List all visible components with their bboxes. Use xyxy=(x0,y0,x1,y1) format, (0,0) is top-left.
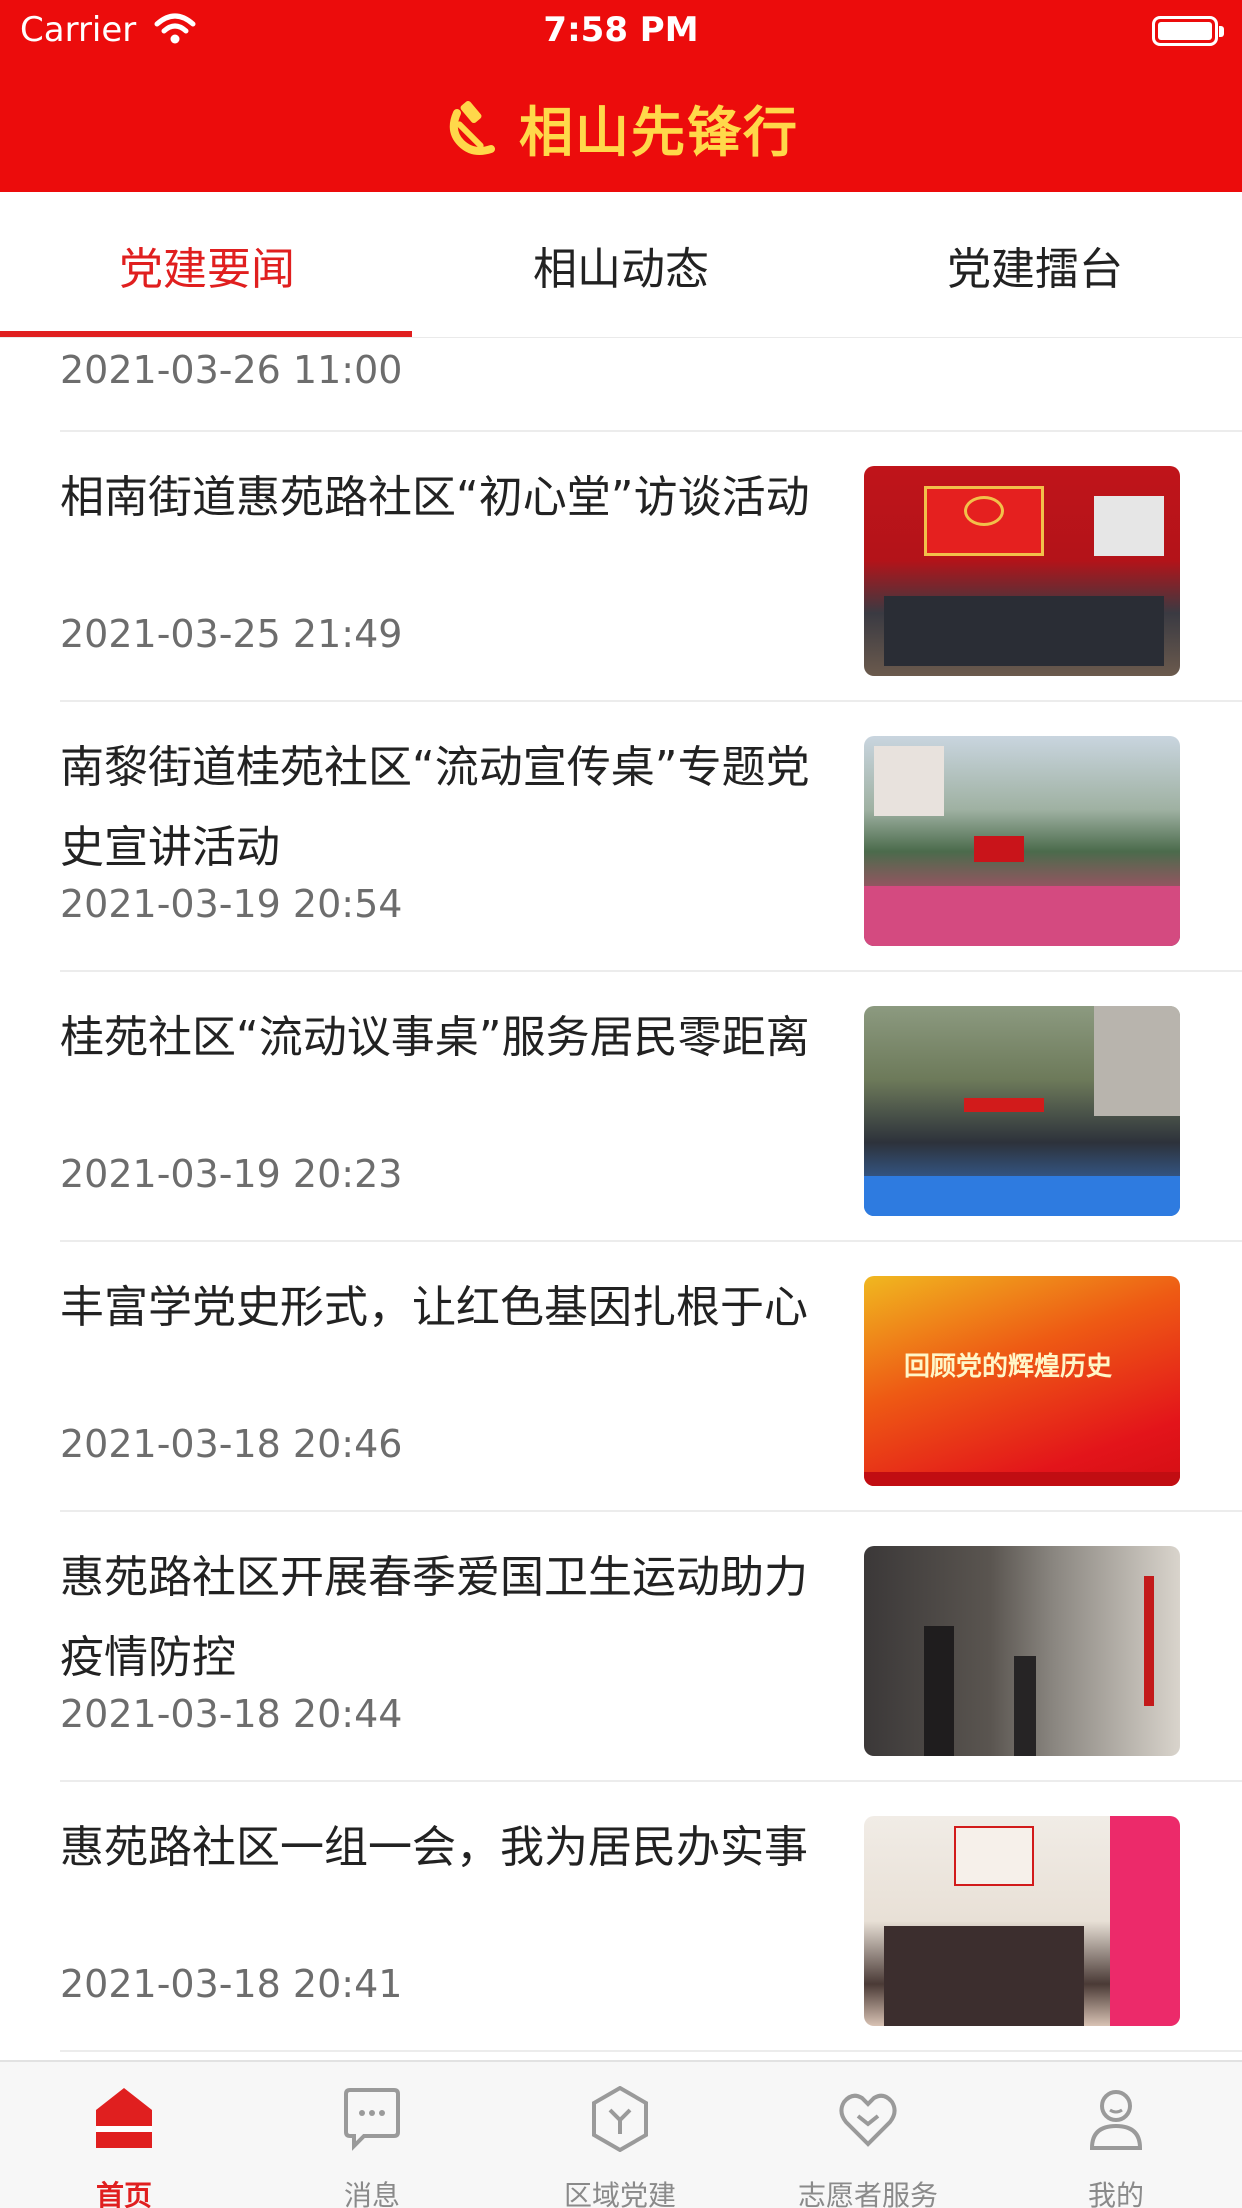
tab-party-arena[interactable]: 党建擂台 xyxy=(828,192,1242,338)
tab-party-news[interactable]: 党建要闻 xyxy=(0,192,414,338)
list-divider xyxy=(60,2050,1242,2052)
home-icon xyxy=(96,2088,152,2148)
news-title: 丰富学党史形式，让红色基因扎根于心 xyxy=(60,1282,808,1333)
profile-icon xyxy=(1089,2090,1143,2150)
active-tab-indicator xyxy=(0,331,412,337)
battery-icon xyxy=(1152,16,1224,46)
app-title-bar: 相山先锋行 xyxy=(0,92,1242,164)
tabbar-item-messages[interactable]: 消息 xyxy=(248,2062,496,2208)
news-title: 桂苑社区“流动议事桌”服务居民零距离 xyxy=(60,1012,810,1063)
region-party-icon xyxy=(592,2086,648,2152)
tabbar-item-volunteer[interactable]: 志愿者服务 xyxy=(744,2062,992,2208)
list-item[interactable]: 相南街道惠苑路社区“初心堂”访谈活动 2021-03-25 21:49 xyxy=(0,432,1242,702)
tabbar-item-profile[interactable]: 我的 xyxy=(992,2062,1240,2208)
status-time: 7:58 PM xyxy=(543,10,699,50)
news-date: 2021-03-26 11:00 xyxy=(60,348,403,392)
news-date: 2021-03-18 20:46 xyxy=(60,1422,403,1466)
news-date: 2021-03-18 20:41 xyxy=(60,1962,403,2006)
list-item[interactable]: 2021-03-26 11:00 xyxy=(0,338,1242,432)
app-header: Carrier 7:58 PM 相山先锋行 xyxy=(0,0,1242,192)
list-item[interactable]: 丰富学党史形式，让红色基因扎根于心 2021-03-18 20:46 回顾党的辉… xyxy=(0,1242,1242,1512)
list-item[interactable]: 桂苑社区“流动议事桌”服务居民零距离 2021-03-19 20:23 xyxy=(0,972,1242,1242)
thumbnail-banner-text: 回顾党的辉煌历史 xyxy=(904,1352,1113,1382)
message-icon xyxy=(344,2088,400,2151)
bottom-tab-bar: 首页 消息 区域党建 志愿者服务 我的 xyxy=(0,2060,1242,2208)
news-list[interactable]: 2021-03-26 11:00 相南街道惠苑路社区“初心堂”访谈活动 2021… xyxy=(0,338,1242,2060)
tabbar-item-home[interactable]: 首页 xyxy=(0,2062,248,2208)
list-item[interactable]: 惠苑路社区开展春季爱国卫生运动助力疫情防控 2021-03-18 20:44 xyxy=(0,1512,1242,1782)
tab-xiangshan-updates[interactable]: 相山动态 xyxy=(414,192,828,338)
news-thumbnail xyxy=(864,1816,1180,2026)
news-thumbnail: 回顾党的辉煌历史 xyxy=(864,1276,1180,1486)
news-date: 2021-03-19 20:54 xyxy=(60,882,403,926)
volunteer-heart-icon xyxy=(839,2093,897,2147)
tabbar-label: 志愿者服务 xyxy=(797,2179,938,2208)
news-thumbnail xyxy=(864,1546,1180,1756)
news-thumbnail xyxy=(864,1006,1180,1216)
news-date: 2021-03-19 20:23 xyxy=(60,1152,403,1196)
tabbar-label: 我的 xyxy=(1087,2179,1144,2208)
party-emblem-icon xyxy=(449,100,495,155)
news-title: 南黎街道桂苑社区“流动宣传桌”专题党史宣讲活动 xyxy=(60,742,810,873)
news-thumbnail xyxy=(864,466,1180,676)
status-bar: Carrier 7:58 PM xyxy=(0,0,1242,60)
news-thumbnail xyxy=(864,736,1180,946)
news-title: 相南街道惠苑路社区“初心堂”访谈活动 xyxy=(60,472,810,523)
app-title: 相山先锋行 xyxy=(519,100,799,164)
tabbar-label: 消息 xyxy=(343,2179,400,2208)
tabbar-label: 首页 xyxy=(95,2179,152,2208)
news-date: 2021-03-25 21:49 xyxy=(60,612,403,656)
news-title: 惠苑路社区一组一会，我为居民办实事 xyxy=(60,1822,808,1873)
tabbar-item-region-party[interactable]: 区域党建 xyxy=(496,2062,744,2208)
category-tabs: 党建要闻 相山动态 党建擂台 xyxy=(0,192,1242,338)
news-date: 2021-03-18 20:44 xyxy=(60,1692,403,1736)
list-item[interactable]: 南黎街道桂苑社区“流动宣传桌”专题党史宣讲活动 2021-03-19 20:54 xyxy=(0,702,1242,972)
tabbar-label: 区域党建 xyxy=(563,2179,676,2208)
news-title: 惠苑路社区开展春季爱国卫生运动助力疫情防控 xyxy=(60,1552,808,1683)
list-item[interactable]: 惠苑路社区一组一会，我为居民办实事 2021-03-18 20:41 xyxy=(0,1782,1242,2052)
